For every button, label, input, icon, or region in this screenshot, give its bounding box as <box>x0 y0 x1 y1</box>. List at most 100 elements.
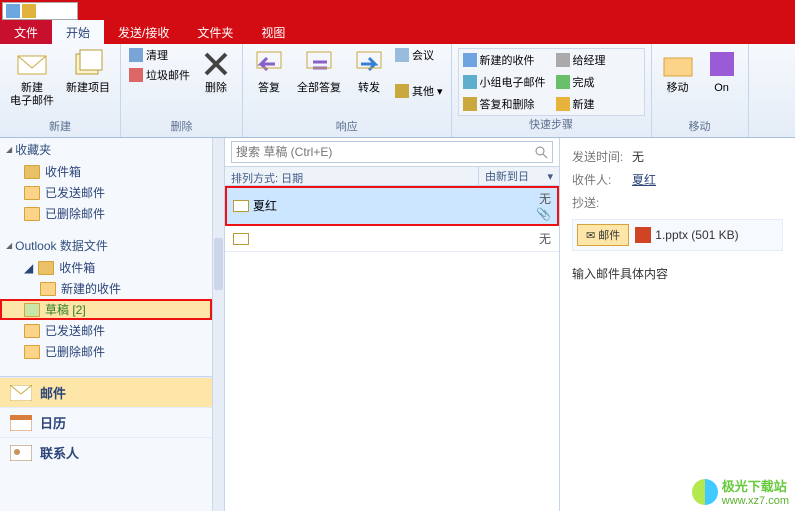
message-date: 无 <box>539 190 551 207</box>
message-body: 输入邮件具体内容 <box>572 265 783 282</box>
group-move: 移动 On 移动 <box>652 44 749 137</box>
forward-button[interactable]: 转发 <box>349 46 389 97</box>
qs-move[interactable]: 新建的收件 <box>459 49 551 70</box>
tab-view[interactable]: 视图 <box>247 20 299 44</box>
qs-replydel[interactable]: 答复和删除 <box>459 94 551 115</box>
flash-icon <box>556 97 570 111</box>
message-item[interactable]: 无 <box>225 226 559 252</box>
nav-deleted2[interactable]: 已删除邮件 <box>0 341 212 362</box>
message-date: 无 <box>539 230 551 247</box>
replydel-icon <box>463 97 477 111</box>
qat-icon[interactable] <box>6 4 20 18</box>
nav-sent[interactable]: 已发送邮件 <box>0 182 212 203</box>
onenote-icon <box>706 48 738 80</box>
nav-inbox2[interactable]: ◢ 收件箱 <box>0 257 212 278</box>
meeting-button[interactable]: 会议 <box>393 46 445 64</box>
nav-scrollbar[interactable] <box>212 138 224 511</box>
replyall-button[interactable]: 全部答复 <box>293 46 345 97</box>
nav-section-contacts[interactable]: 联系人 <box>0 437 212 467</box>
sent-value: 无 <box>632 148 644 165</box>
sort-order[interactable]: 由新到日 <box>485 168 529 184</box>
reply-label: 答复 <box>258 82 280 95</box>
search-box[interactable] <box>231 141 553 163</box>
content-area: 收藏夹 收件箱 已发送邮件 已删除邮件 Outlook 数据文件 ◢ 收件箱 新… <box>0 138 795 511</box>
folder-label: 已发送邮件 <box>45 184 105 201</box>
mgr-icon <box>556 53 570 67</box>
calendar-icon <box>10 415 32 431</box>
group-delete: 清理 垃圾邮件 删除 删除 <box>121 44 243 137</box>
forward-icon <box>353 48 385 80</box>
new-item-button[interactable]: 新建项目 <box>62 46 114 97</box>
qs-new[interactable]: 新建 <box>552 94 644 115</box>
reply-button[interactable]: 答复 <box>249 46 289 97</box>
nav-sent2[interactable]: 已发送邮件 <box>0 320 212 341</box>
qat-icon[interactable] <box>22 4 36 18</box>
contacts-icon <box>10 445 32 461</box>
group-label: 删除 <box>127 118 236 135</box>
nav-section-mail[interactable]: 邮件 <box>0 377 212 407</box>
search-icon[interactable] <box>534 145 548 159</box>
nav-favorites[interactable]: 收藏夹 <box>0 138 212 161</box>
qs-label: 新建 <box>573 96 595 112</box>
tab-home[interactable]: 开始 <box>52 20 104 44</box>
nav-datafile[interactable]: Outlook 数据文件 <box>0 234 212 257</box>
folder-label: 收件箱 <box>45 163 81 180</box>
qs-mgr[interactable]: 给经理 <box>552 49 644 70</box>
other-icon <box>395 84 409 98</box>
move-button[interactable]: 移动 <box>658 46 698 97</box>
sort-header[interactable]: 排列方式: 日期 由新到日 ▾ <box>225 166 559 186</box>
other-label: 其他 <box>412 83 434 99</box>
nav-deleted[interactable]: 已删除邮件 <box>0 203 212 224</box>
qs-label: 答复和删除 <box>480 96 535 112</box>
message-item[interactable]: 夏红 无📎 <box>225 186 559 226</box>
folder-icon <box>24 207 40 221</box>
qs-label: 新建的收件 <box>480 52 535 68</box>
chevron-down-icon[interactable]: ▾ <box>547 170 553 183</box>
delete-x-icon <box>200 48 232 80</box>
tab-folder[interactable]: 文件夹 <box>183 20 247 44</box>
watermark-url: www.xz7.com <box>722 495 789 507</box>
group-quicksteps: 新建的收件 给经理 小组电子邮件 完成 答复和删除 新建 快速步骤 <box>452 44 652 137</box>
att-filename: 1.pptx (501 KB) <box>655 228 738 242</box>
onenote-button[interactable]: On <box>702 46 742 97</box>
junk-icon <box>129 68 143 82</box>
attachment-icon: 📎 <box>536 207 551 221</box>
attachment-tab[interactable]: ✉ 邮件 <box>577 224 629 246</box>
cc-label: 抄送: <box>572 194 632 211</box>
new-mail-button[interactable]: 新建 电子邮件 <box>6 46 58 110</box>
qs-label: 小组电子邮件 <box>480 74 546 90</box>
nav-newfolder[interactable]: 新建的收件 <box>0 278 212 299</box>
other-button[interactable]: 其他 ▾ <box>393 82 445 100</box>
new-item-label: 新建项目 <box>66 82 110 95</box>
attachment-bar: ✉ 邮件 1.pptx (501 KB) <box>572 219 783 251</box>
envelope-icon <box>16 48 48 80</box>
quick-access-toolbar[interactable] <box>2 2 78 20</box>
nav-inbox[interactable]: 收件箱 <box>0 161 212 182</box>
delete-button[interactable]: 删除 <box>196 46 236 97</box>
section-label: 联系人 <box>40 443 79 462</box>
check-icon <box>556 75 570 89</box>
scrollbar-thumb[interactable] <box>214 238 223 290</box>
nav-pane: 收藏夹 收件箱 已发送邮件 已删除邮件 Outlook 数据文件 ◢ 收件箱 新… <box>0 138 225 511</box>
meeting-icon <box>395 48 409 62</box>
attachment-file[interactable]: 1.pptx (501 KB) <box>635 227 738 243</box>
group-label: 移动 <box>658 118 742 135</box>
tab-file[interactable]: 文件 <box>0 20 52 44</box>
tab-sendrecv[interactable]: 发送/接收 <box>104 20 183 44</box>
search-input[interactable] <box>236 145 534 159</box>
qs-done[interactable]: 完成 <box>552 71 644 92</box>
title-bar <box>0 0 795 20</box>
nav-drafts[interactable]: 草稿 [2] <box>0 299 212 320</box>
forward-label: 转发 <box>358 82 380 95</box>
clean-button[interactable]: 清理 <box>127 46 192 64</box>
folder-icon <box>24 345 40 359</box>
team-icon <box>463 75 477 89</box>
drafts-icon <box>24 303 40 317</box>
qs-team[interactable]: 小组电子邮件 <box>459 71 551 92</box>
reading-pane: 发送时间:无 收件人:夏红 抄送: ✉ 邮件 1.pptx (501 KB) 输… <box>560 138 795 511</box>
one-label: On <box>714 82 729 95</box>
group-label: 新建 <box>6 118 114 135</box>
junk-button[interactable]: 垃圾邮件 <box>127 66 192 84</box>
nav-section-calendar[interactable]: 日历 <box>0 407 212 437</box>
sort-by[interactable]: 排列方式: 日期 <box>225 167 479 185</box>
